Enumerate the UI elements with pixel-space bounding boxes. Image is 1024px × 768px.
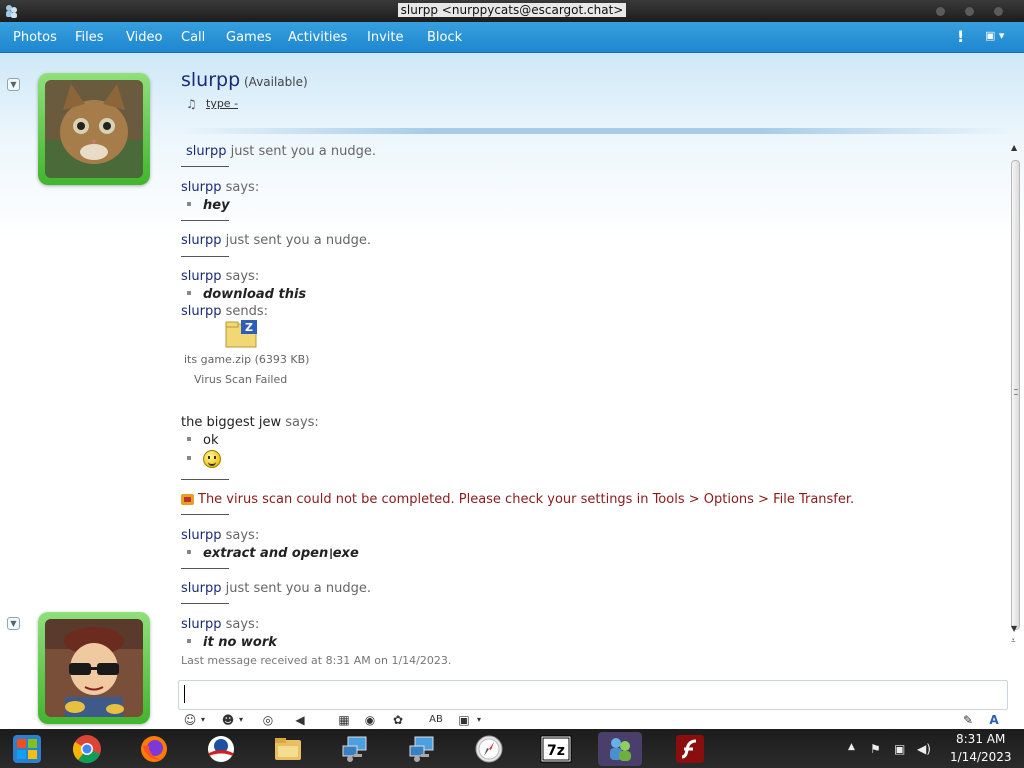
- close-button[interactable]: [994, 7, 1003, 16]
- zip-file-icon[interactable]: Z: [225, 320, 259, 348]
- maximize-button[interactable]: [965, 7, 974, 16]
- file-name: its game.zip (6393 KB): [184, 353, 310, 366]
- network-icon[interactable]: ▣: [894, 742, 905, 756]
- warning-message: The virus scan could not be completed. P…: [181, 492, 854, 507]
- menu-activities[interactable]: Activities: [288, 30, 347, 45]
- input-toolbar: ☺ ▾ ☻ ▾ ◎ ◀ ▦ ◉ ✿ AB ▣ ▾ ✎ A: [178, 711, 1008, 729]
- separator: [181, 166, 229, 167]
- firefox-icon[interactable]: [137, 732, 171, 766]
- menu-block[interactable]: Block: [427, 30, 462, 45]
- nudge-notice: slurpp just sent you a nudge.: [186, 144, 376, 159]
- separator: [181, 256, 229, 257]
- scroll-up-icon[interactable]: ▲: [1011, 143, 1017, 152]
- messenger-taskbar-icon[interactable]: [598, 732, 642, 766]
- message-header: slurpp says:: [181, 269, 260, 284]
- scroll-down-icon[interactable]: ▼: [1011, 624, 1017, 633]
- share-icon[interactable]: ▣: [456, 712, 472, 728]
- share-dropdown-icon[interactable]: ▾: [474, 712, 484, 728]
- message-line: hey: [181, 198, 230, 213]
- clock-time[interactable]: 8:31 AM: [956, 732, 1005, 746]
- font-icon[interactable]: AB: [428, 712, 444, 728]
- volume-icon[interactable]: ◀): [917, 742, 931, 756]
- file-transfer-header: slurpp sends:: [181, 304, 269, 319]
- remote-desktop-2-icon[interactable]: [405, 732, 439, 766]
- menu-bar: Photos Files Video Call Games Activities…: [0, 22, 1024, 53]
- separator: [181, 514, 229, 515]
- music-note-icon: ♫: [186, 97, 197, 111]
- compass-icon[interactable]: [472, 732, 506, 766]
- emoticon-dropdown-icon[interactable]: ▾: [198, 712, 208, 728]
- collapse-my-picture-button[interactable]: ▼: [7, 617, 20, 630]
- separator: [181, 220, 229, 221]
- menu-call[interactable]: Call: [181, 30, 205, 45]
- message-line: it no work: [181, 635, 277, 650]
- conversation-history[interactable]: slurpp just sent you a nudge. slurpp say…: [181, 140, 1006, 672]
- background-icon[interactable]: ▦: [336, 712, 352, 728]
- remote-desktop-icon[interactable]: [338, 732, 372, 766]
- contact-status: (Available): [244, 75, 308, 89]
- menu-files[interactable]: Files: [75, 30, 104, 45]
- action-center-flag-icon[interactable]: ⚑: [870, 742, 881, 756]
- message-header: the biggest jew says:: [181, 415, 319, 430]
- contact-name[interactable]: slurpp: [181, 69, 240, 91]
- 7zip-icon[interactable]: 7z: [539, 732, 573, 766]
- cat-picture: [45, 80, 143, 178]
- last-message-info: Last message received at 8:31 AM on 1/14…: [181, 654, 452, 667]
- message-header: slurpp says:: [181, 528, 260, 543]
- title-bar: slurpp <nurppycats@escargot.chat>: [0, 0, 1024, 22]
- alert-icon[interactable]: !: [957, 27, 964, 46]
- menu-video[interactable]: Video: [126, 30, 162, 45]
- contact-avatar[interactable]: [38, 73, 150, 185]
- separator: [181, 568, 229, 569]
- svg-text:Z: Z: [245, 321, 253, 334]
- scroll-thumb[interactable]: [1011, 160, 1020, 630]
- menu-photos[interactable]: Photos: [13, 30, 57, 45]
- warning-icon: [181, 494, 194, 505]
- sound-icon[interactable]: ◉: [362, 712, 378, 728]
- obama-logo-app-icon[interactable]: [204, 732, 238, 766]
- wink-dropdown-icon[interactable]: ▾: [236, 712, 246, 728]
- window-title: slurpp <nurppycats@escargot.chat>: [0, 3, 1024, 18]
- personal-message[interactable]: type -: [206, 97, 238, 110]
- file-explorer-icon[interactable]: [271, 732, 305, 766]
- cartoon-picture: [45, 619, 143, 717]
- minimize-button[interactable]: [936, 7, 945, 16]
- nudge-notice: slurpp just sent you a nudge.: [181, 233, 371, 248]
- header-divider: [180, 128, 1010, 134]
- menu-games[interactable]: Games: [226, 30, 271, 45]
- message-header: slurpp says:: [181, 180, 260, 195]
- text-cursor-icon: I: [329, 547, 334, 563]
- start-button[interactable]: [10, 732, 44, 766]
- smiley-emoticon-icon: [203, 450, 221, 468]
- options-menu-icon[interactable]: ▣ ▾: [985, 29, 1011, 45]
- nudge-icon[interactable]: ◎: [260, 712, 276, 728]
- collapse-contact-picture-button[interactable]: ▼: [7, 78, 20, 91]
- menu-invite[interactable]: Invite: [367, 30, 403, 45]
- transcript-scrollbar[interactable]: ▲ ▼ ⩡: [1008, 140, 1024, 650]
- message-line: ok: [181, 433, 218, 448]
- handwriting-icon[interactable]: ✎: [960, 712, 976, 728]
- wink-icon[interactable]: ☻: [220, 712, 236, 728]
- flash-icon[interactable]: [673, 732, 707, 766]
- scroll-bottom-icon[interactable]: ⩡: [1011, 636, 1016, 646]
- svg-text:7z: 7z: [547, 743, 565, 759]
- separator: [181, 479, 229, 480]
- my-avatar[interactable]: [38, 612, 150, 724]
- voice-clip-icon[interactable]: ◀: [292, 712, 308, 728]
- separator: [181, 603, 229, 604]
- gift-icon[interactable]: ✿: [390, 712, 406, 728]
- message-input[interactable]: [178, 680, 1008, 710]
- file-scan-status: Virus Scan Failed: [194, 373, 288, 386]
- message-header: slurpp says:: [181, 617, 260, 632]
- text-mode-icon[interactable]: A: [986, 712, 1002, 728]
- emoticon-icon[interactable]: ☺: [182, 712, 198, 728]
- message-line: download this: [181, 287, 306, 302]
- chrome-icon[interactable]: [70, 732, 104, 766]
- clock-date[interactable]: 1/14/2023: [950, 750, 1012, 764]
- nudge-notice: slurpp just sent you a nudge.: [181, 581, 371, 596]
- show-hidden-icons-icon[interactable]: ▲: [848, 742, 855, 752]
- message-line: [181, 450, 221, 468]
